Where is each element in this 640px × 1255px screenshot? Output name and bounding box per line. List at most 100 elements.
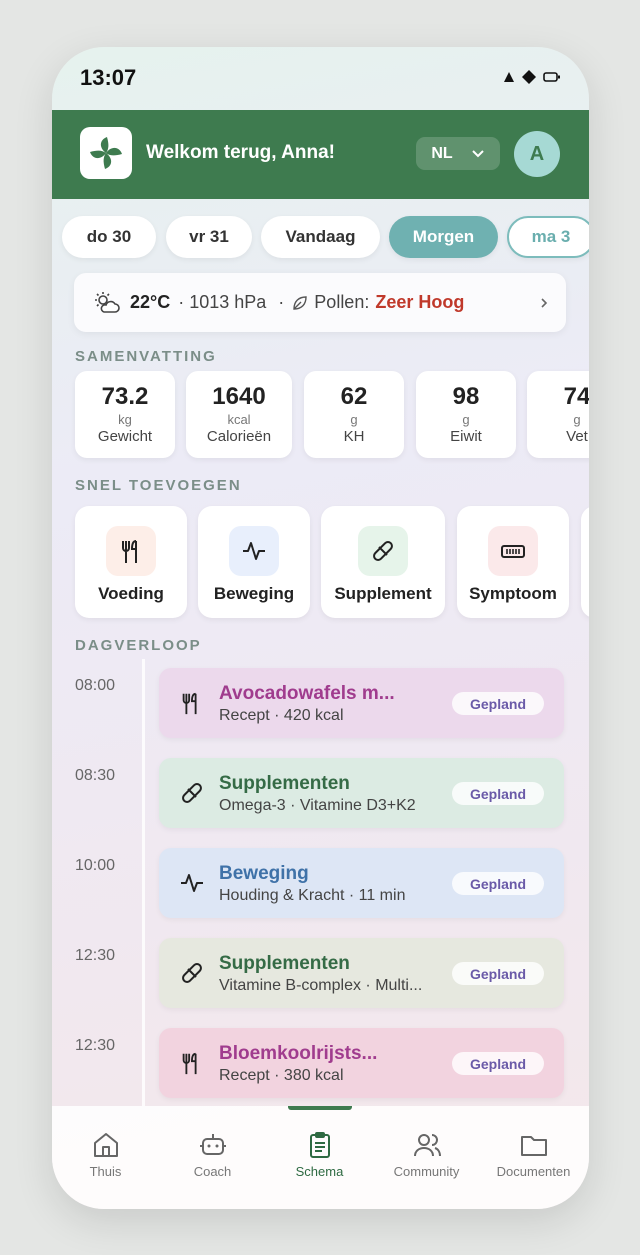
quick-add-voeding[interactable]: Voeding xyxy=(75,506,187,618)
signal-icon xyxy=(504,72,514,82)
leaf-icon xyxy=(293,295,307,310)
active-tab-indicator xyxy=(288,1106,352,1110)
quick-label: Symptoom xyxy=(469,584,557,603)
stat-label: KH xyxy=(343,428,365,445)
timeline-time: 12:30 xyxy=(75,947,116,964)
stat-value: 73.2 xyxy=(101,383,149,410)
entry-subtitle: Recept · 380 kcal xyxy=(219,1067,344,1084)
timeline-time: 08:30 xyxy=(75,767,116,784)
stat-label: Eiwit xyxy=(450,428,482,445)
pressure: · 1013 hPa xyxy=(178,292,267,312)
battery-icon xyxy=(543,72,560,82)
quick-label: Beweging xyxy=(213,584,295,603)
home-icon xyxy=(93,1133,118,1157)
stat-unit: g xyxy=(462,412,470,427)
activity-icon xyxy=(181,874,203,892)
nav-item-schema[interactable]: Schema xyxy=(266,1130,373,1179)
stat-label: Vet xyxy=(566,428,588,445)
entry-title: Avocadowafels m... xyxy=(219,683,395,704)
nav-item-thuis[interactable]: Thuis xyxy=(52,1130,159,1179)
nav-item-coach[interactable]: Coach xyxy=(159,1130,266,1179)
timeline-time: 10:00 xyxy=(75,857,116,874)
temperature: 22°C xyxy=(130,292,171,312)
nav-item-community[interactable]: Community xyxy=(373,1130,480,1179)
date-chip-do-30[interactable]: do 30 xyxy=(62,216,156,258)
stat-unit: kg xyxy=(118,412,132,427)
quick-icon-box xyxy=(106,526,156,576)
status-badge: Gepland xyxy=(452,782,544,805)
app-logo xyxy=(80,127,132,179)
quick-add-beweging[interactable]: Beweging xyxy=(198,506,310,618)
stat-unit: g xyxy=(350,412,358,427)
status-badge: Gepland xyxy=(452,1052,544,1075)
folder-icon xyxy=(520,1136,547,1156)
entry-title: Supplementen xyxy=(219,953,350,974)
status-badge: Gepland xyxy=(452,872,544,895)
entry-subtitle: Recept · 420 kcal xyxy=(219,707,344,724)
fork-knife-icon xyxy=(182,692,197,715)
quick-add-title: SNEL TOEVOEGEN xyxy=(75,477,242,494)
nav-label: Thuis xyxy=(89,1164,122,1179)
quick-add-symptoom[interactable]: Symptoom xyxy=(457,506,569,618)
date-chip-vr-31[interactable]: vr 31 xyxy=(166,216,252,258)
pill-icon xyxy=(373,541,393,561)
stat-value: 98 xyxy=(452,383,480,410)
clipboard-icon xyxy=(309,1132,330,1158)
stat-value: 1640 xyxy=(212,383,266,410)
timeline-entry[interactable]: Beweging Houding & Kracht · 11 min Gepla… xyxy=(159,848,564,918)
nav-label: Schema xyxy=(295,1164,344,1179)
entry-subtitle: Vitamine B-complex · Multi... xyxy=(219,977,423,994)
stat-calories: 1640 kcal Calorieën xyxy=(186,371,292,458)
nav-label: Documenten xyxy=(496,1164,571,1179)
quick-icon-box xyxy=(358,526,408,576)
language-selector[interactable]: NL xyxy=(416,137,500,170)
timeline-entry[interactable]: Supplementen Omega-3 · Vitamine D3+K2 Ge… xyxy=(159,758,564,828)
date-chip-ma-3[interactable]: ma 3 xyxy=(507,216,589,258)
nav-item-documenten[interactable]: Documenten xyxy=(480,1130,587,1179)
pill-icon xyxy=(182,963,202,983)
pollen-level: Zeer Hoog xyxy=(375,292,465,312)
timeline-entry[interactable]: Bloemkoolrijsts... Recept · 380 kcal Gep… xyxy=(159,1028,564,1098)
welcome-text: Welkom terug, Anna! xyxy=(146,142,335,163)
quick-add-supplement[interactable]: Supplement xyxy=(321,506,445,618)
timeline-entry[interactable]: Avocadowafels m... Recept · 420 kcal Gep… xyxy=(159,668,564,738)
timeline-line xyxy=(142,659,145,1106)
timeline-entry[interactable]: Supplementen Vitamine B-complex · Multi.… xyxy=(159,938,564,1008)
status-bar: 13:07 xyxy=(52,47,589,110)
weather-card[interactable]: 22°C · 1013 hPa · Pollen: Zeer Hoog xyxy=(74,273,566,332)
separator: · xyxy=(278,292,285,312)
quick-label: Voeding xyxy=(98,584,164,603)
summary-title: SAMENVATTING xyxy=(75,348,217,365)
quick-label: Supplement xyxy=(334,584,432,603)
entry-subtitle: Houding & Kracht · 11 min xyxy=(219,887,406,904)
nav-label: Coach xyxy=(193,1164,232,1179)
users-icon xyxy=(413,1134,441,1157)
stat-protein: 98 g Eiwit xyxy=(416,371,516,458)
language-label: NL xyxy=(431,144,453,162)
stat-unit: kcal xyxy=(227,412,251,427)
activity-icon xyxy=(243,542,265,560)
timeline-title: DAGVERLOOP xyxy=(75,637,202,654)
quick-icon-box xyxy=(488,526,538,576)
date-chip-vandaag[interactable]: Vandaag xyxy=(261,216,380,258)
status-badge: Gepland xyxy=(452,962,544,985)
date-chip-morgen[interactable]: Morgen xyxy=(389,216,498,258)
robot-icon xyxy=(199,1134,226,1155)
entry-title: Beweging xyxy=(219,863,309,884)
leaf-logo-icon xyxy=(90,137,122,169)
status-icons xyxy=(503,69,561,85)
thermometer-icon xyxy=(501,545,525,558)
bottom-nav: Thuis Coach Schema Community Documenten xyxy=(52,1106,589,1209)
stat-value: 74 xyxy=(563,383,589,410)
stat-weight: 73.2 kg Gewicht xyxy=(75,371,175,458)
fork-knife-icon xyxy=(122,540,137,563)
quick-icon-box xyxy=(229,526,279,576)
pill-icon xyxy=(182,783,202,803)
avatar[interactable]: A xyxy=(514,131,560,177)
status-badge: Gepland xyxy=(452,692,544,715)
stat-label: Calorieën xyxy=(206,428,272,445)
date-selector: do 30 vr 31 Vandaag Morgen ma 3 xyxy=(52,216,589,258)
phone-screen: 13:07 Welkom terug, Anna! NL A do 30 vr … xyxy=(52,47,589,1209)
chevron-right-icon xyxy=(541,297,548,308)
quick-add-more[interactable] xyxy=(581,506,589,618)
